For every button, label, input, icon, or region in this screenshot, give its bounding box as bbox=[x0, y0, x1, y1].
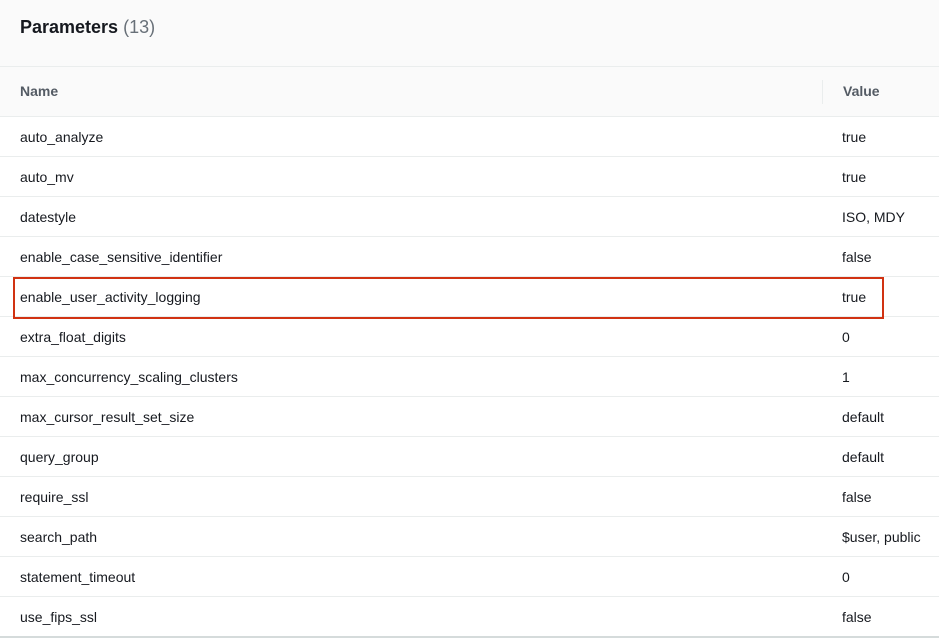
bottom-border bbox=[0, 636, 939, 638]
panel-title-text: Parameters bbox=[20, 17, 119, 37]
column-divider[interactable] bbox=[822, 80, 823, 104]
param-name: statement_timeout bbox=[20, 569, 136, 585]
param-value: 0 bbox=[842, 569, 850, 585]
table-row[interactable]: max_cursor_result_set_size default bbox=[0, 397, 939, 437]
table-row[interactable]: extra_float_digits 0 bbox=[0, 317, 939, 357]
param-value: true bbox=[842, 289, 867, 305]
param-name: enable_case_sensitive_identifier bbox=[20, 249, 223, 265]
param-value: true bbox=[842, 129, 867, 145]
param-name: search_path bbox=[20, 529, 98, 545]
table-row[interactable]: auto_mv true bbox=[0, 157, 939, 197]
column-header-name[interactable]: Name bbox=[20, 83, 58, 99]
table-body: auto_analyze true auto_mv true datestyle… bbox=[0, 117, 939, 637]
table-row[interactable]: enable_case_sensitive_identifier false bbox=[0, 237, 939, 277]
param-name: query_group bbox=[20, 449, 99, 465]
param-value: default bbox=[842, 409, 885, 425]
param-name: extra_float_digits bbox=[20, 329, 126, 345]
param-value: 1 bbox=[842, 369, 850, 385]
parameter-count: (13) bbox=[123, 17, 156, 37]
table-row[interactable]: require_ssl false bbox=[0, 477, 939, 517]
table-row-highlighted[interactable]: enable_user_activity_logging true bbox=[0, 277, 939, 317]
panel-title: Parameters (13) bbox=[20, 16, 919, 38]
param-name: require_ssl bbox=[20, 489, 89, 505]
param-value: ISO, MDY bbox=[842, 209, 906, 225]
param-value: false bbox=[842, 249, 872, 265]
table-row[interactable]: statement_timeout 0 bbox=[0, 557, 939, 597]
param-name: max_cursor_result_set_size bbox=[20, 409, 195, 425]
param-name: max_concurrency_scaling_clusters bbox=[20, 369, 238, 385]
table-row[interactable]: datestyle ISO, MDY bbox=[0, 197, 939, 237]
param-name: enable_user_activity_logging bbox=[20, 289, 201, 305]
column-header-value[interactable]: Value bbox=[843, 83, 880, 99]
table-row[interactable]: query_group default bbox=[0, 437, 939, 477]
param-value: default bbox=[842, 449, 885, 465]
table-row[interactable]: search_path $user, public bbox=[0, 517, 939, 557]
param-value: false bbox=[842, 489, 872, 505]
param-name: datestyle bbox=[20, 209, 77, 225]
param-value: 0 bbox=[842, 329, 850, 345]
param-name: auto_analyze bbox=[20, 129, 104, 145]
table-row[interactable]: max_concurrency_scaling_clusters 1 bbox=[0, 357, 939, 397]
param-value: true bbox=[842, 169, 867, 185]
table-row[interactable]: auto_analyze true bbox=[0, 117, 939, 157]
param-name: auto_mv bbox=[20, 169, 74, 185]
table-header: Name Value bbox=[0, 67, 939, 117]
parameters-panel: Parameters (13) Name Value auto_analyze … bbox=[0, 0, 939, 642]
table-row[interactable]: use_fips_ssl false bbox=[0, 597, 939, 637]
panel-header: Parameters (13) bbox=[0, 0, 939, 67]
param-value: false bbox=[842, 609, 872, 625]
param-value: $user, public bbox=[842, 529, 921, 545]
param-name: use_fips_ssl bbox=[20, 609, 98, 625]
